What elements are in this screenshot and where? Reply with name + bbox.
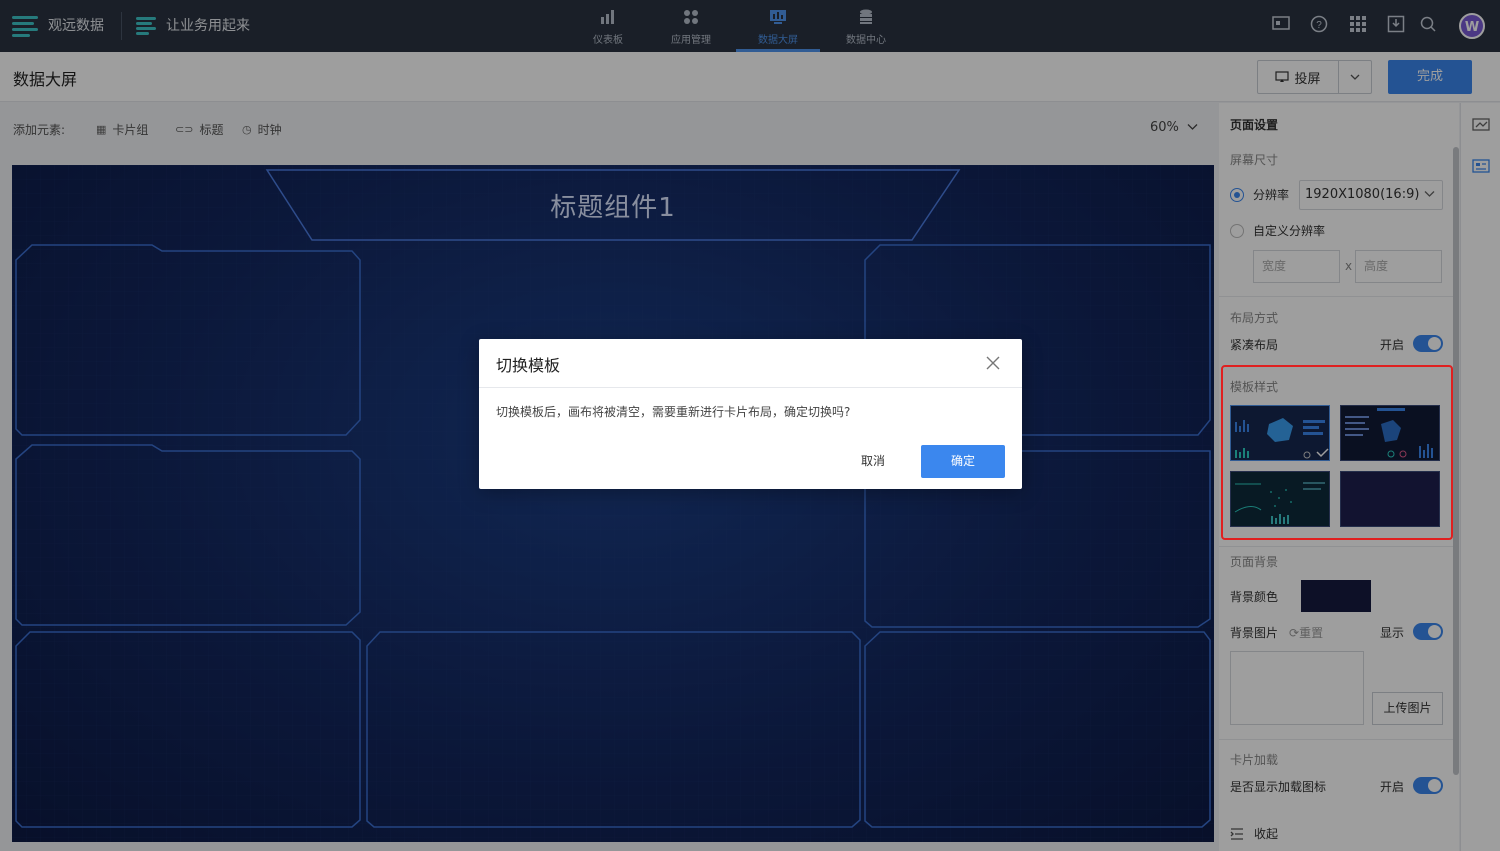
cancel-button[interactable]: 取消 <box>847 445 899 478</box>
template-style-highlight <box>1221 365 1453 540</box>
dialog-divider <box>479 387 1022 388</box>
dialog-title: 切换模板 <box>496 356 561 375</box>
confirm-button[interactable]: 确定 <box>921 445 1005 478</box>
dialog-message: 切换模板后，画布将被清空，需要重新进行卡片布局，确定切换吗? <box>496 405 851 419</box>
close-icon[interactable] <box>983 353 1003 373</box>
switch-template-dialog: 切换模板 切换模板后，画布将被清空，需要重新进行卡片布局，确定切换吗? 取消 确… <box>479 339 1022 489</box>
